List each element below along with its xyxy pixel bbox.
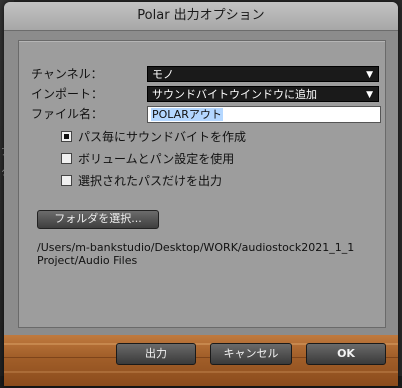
dropdown-arrow-icon: ▼ (366, 90, 373, 100)
dialog-footer: 出力 キャンセル OK (4, 335, 398, 386)
choose-folder-button[interactable]: フォルダを選択... (37, 210, 159, 229)
option-label: 選択されたパスだけを出力 (78, 174, 223, 188)
channel-select[interactable]: モノ ▼ (147, 66, 379, 82)
export-button[interactable]: 出力 (116, 343, 196, 365)
checkbox-selected-paths-only[interactable] (61, 175, 72, 186)
import-select-value: サウンドバイトウインドウに追加 (152, 88, 317, 101)
checkbox-use-volume-pan[interactable] (61, 153, 72, 164)
option-label: ボリュームとパン設定を使用 (78, 152, 235, 166)
options-panel: チャンネル： モノ ▼ インポート： サウンドバイトウインドウに追加 ▼ ファイ… (18, 40, 386, 328)
import-select[interactable]: サウンドバイトウインドウに追加 ▼ (147, 86, 379, 102)
output-path-line: Project/Audio Files (37, 254, 138, 267)
import-label: インポート： (31, 87, 104, 101)
output-path-line: /Users/m-bankstudio/Desktop/WORK/audiost… (37, 241, 355, 254)
channel-row: チャンネル： モノ ▼ (31, 65, 381, 83)
dialog-title[interactable]: Polar 出力オプション (4, 2, 398, 31)
cancel-button[interactable]: キャンセル (210, 343, 292, 365)
filename-row: ファイル名： POLARアウト (31, 105, 383, 123)
wood-grain (4, 371, 398, 373)
option-per-path-soundbite[interactable]: パス毎にサウンドバイトを作成 (61, 129, 361, 145)
option-label: パス毎にサウンドバイトを作成 (78, 130, 247, 144)
checkbox-per-path-soundbite[interactable] (61, 131, 72, 142)
export-options-dialog: Polar 出力オプション チャンネル： モノ ▼ インポート： サウンドバイト… (4, 2, 398, 386)
filename-input-value: POLARアウト (151, 108, 223, 121)
import-row: インポート： サウンドバイトウインドウに追加 ▼ (31, 85, 381, 103)
channel-label: チャンネル： (31, 67, 103, 81)
dropdown-arrow-icon: ▼ (366, 70, 373, 80)
ok-button[interactable]: OK (306, 343, 386, 365)
option-use-volume-pan[interactable]: ボリュームとパン設定を使用 (61, 151, 361, 167)
channel-select-value: モノ (152, 68, 174, 81)
option-selected-paths-only[interactable]: 選択されたパスだけを出力 (61, 173, 361, 189)
filename-label: ファイル名： (31, 107, 104, 121)
output-folder-path: /Users/m-bankstudio/Desktop/WORK/audiost… (37, 241, 377, 267)
filename-input[interactable]: POLARアウト (147, 106, 381, 123)
